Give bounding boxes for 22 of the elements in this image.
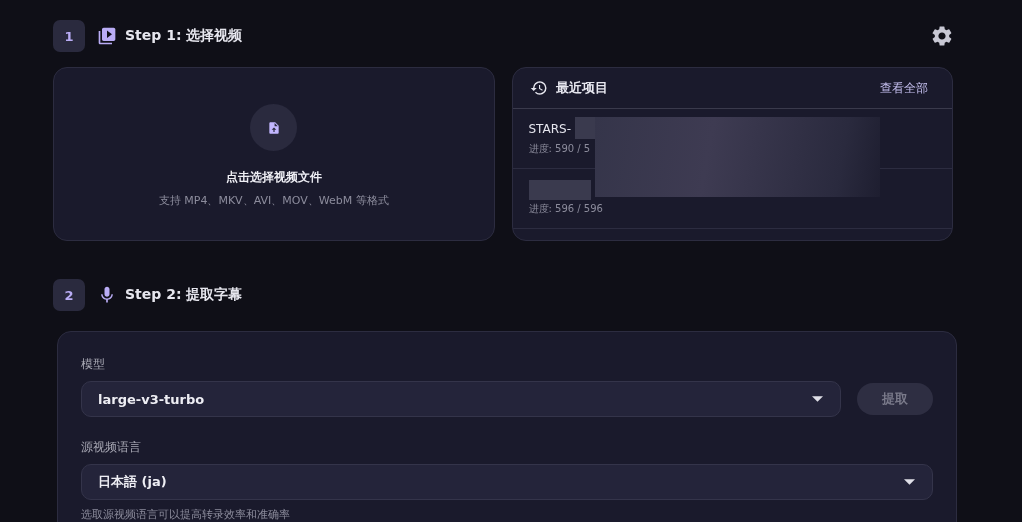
video-library-icon [97,26,117,46]
redaction-block [528,180,591,200]
step-number: 2 [53,279,85,311]
settings-icon[interactable] [930,24,954,48]
step-title: Step 2: 提取字幕 [125,286,243,304]
project-name: STARS- [528,121,571,137]
field-label: 源视频语言 [81,439,142,456]
field-hint: 选取源视频语言可以提高转录效率和准确率 [81,507,291,522]
recent-projects-title: 最近项目 [555,79,608,97]
model-select[interactable]: large-v3-turbo [81,381,841,417]
upload-file-icon [250,104,298,151]
caret-icon [812,396,823,402]
language-select[interactable]: 日本語 (ja) [81,464,933,500]
field-label: 模型 [81,356,106,373]
history-icon [529,79,548,97]
step-number: 1 [53,20,85,52]
caret-icon [904,479,915,485]
step-title: Step 1: 选择视频 [125,27,243,45]
view-all-link[interactable]: 查看全部 [880,79,928,97]
upload-title: 点击选择视频文件 [225,169,322,186]
upload-hint: 支持 MP4、MKV、AVI、MOV、WebM 等格式 [158,193,389,208]
upload-dropzone[interactable]: 点击选择视频文件 支持 MP4、MKV、AVI、MOV、WebM 等格式 [53,67,495,241]
